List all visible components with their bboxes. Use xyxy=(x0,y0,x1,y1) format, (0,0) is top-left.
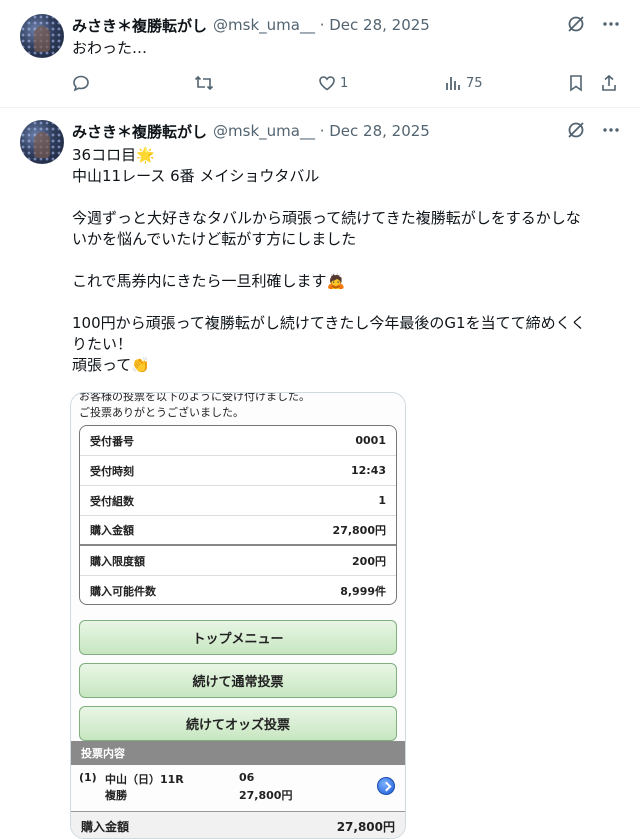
tweet-text-line: おわった… xyxy=(72,39,148,57)
receipt-row-value: 12:43 xyxy=(350,464,386,477)
receipt-row-label: 受付番号 xyxy=(90,434,134,448)
tweet-text-line: 今週ずっと大好きなタバルから頑張って続けてきた複勝転がしをするかしな xyxy=(72,209,581,227)
tweet-text-line: いかを悩んでいたけど転がす方にしました xyxy=(72,230,357,248)
reply-icon xyxy=(73,75,89,92)
receipt-row: 購入金額 27,800円 xyxy=(80,516,396,546)
tweet-text-line: 36コロ目🌟 xyxy=(72,146,155,164)
receipt-message-line: ご投票ありがとうございました。 xyxy=(79,406,244,419)
receipt-row-label: 購入限度額 xyxy=(90,554,145,568)
receipt-row-label: 購入金額 xyxy=(90,524,134,537)
grok-icon[interactable] xyxy=(566,14,586,34)
receipt-row-value: 8,999件 xyxy=(340,585,386,598)
reply-button[interactable] xyxy=(72,74,90,92)
repost-button[interactable] xyxy=(194,74,214,92)
tweet-header: みさき＊複勝転がし @msk_uma__ · Dec 28, 2025 xyxy=(72,14,620,36)
tweet-text-blank xyxy=(72,187,616,208)
attached-image-receipt[interactable]: お客様の投票を以下のように受け付けました。 ご投票ありがとうございました。 受付… xyxy=(70,392,406,839)
receipt-row-label: 受付時刻 xyxy=(90,464,134,478)
tweet-text-line: これで馬券内にきたら一旦利確します🙇 xyxy=(72,272,346,290)
receipt-row-value: 27,800円 xyxy=(332,524,386,537)
action-bar: 1 75 xyxy=(72,74,620,94)
receipt-row: 受付時刻 12:43 xyxy=(80,456,396,486)
tweet-1[interactable]: みさき＊複勝転がし @msk_uma__ · Dec 28, 2025 おわった… xyxy=(0,0,640,108)
tweet-text-line: 頑張って👏 xyxy=(72,356,150,374)
tweet-header: みさき＊複勝転がし @msk_uma__ · Dec 28, 2025 xyxy=(72,120,620,142)
bet-contents-header: 投票内容 xyxy=(71,741,405,765)
receipt-details-box: 受付番号 0001 受付時刻 12:43 受付組数 1 購入金額 27,800円… xyxy=(79,425,397,605)
bet-index: (1) xyxy=(79,771,97,784)
total-label: 購入金額 xyxy=(81,820,130,834)
more-options-icon[interactable] xyxy=(602,121,620,139)
receipt-message: お客様の投票を以下のように受け付けました。 ご投票ありがとうございました。 xyxy=(79,392,310,421)
receipt-row: 購入可能件数 8,999件 xyxy=(80,576,396,606)
handle-and-date[interactable]: @msk_uma__ · Dec 28, 2025 xyxy=(213,122,430,140)
receipt-row-label: 購入可能件数 xyxy=(90,585,156,598)
views-button[interactable]: 75 xyxy=(444,74,483,92)
share-button[interactable] xyxy=(600,74,618,92)
continue-normal-vote-button[interactable]: 続けて通常投票 xyxy=(79,663,397,698)
receipt-row-value: 200円 xyxy=(352,554,386,568)
heart-icon xyxy=(319,76,335,91)
receipt-row-value: 1 xyxy=(378,494,386,507)
bet-type: 複勝 xyxy=(105,789,127,802)
bet-entry[interactable]: (1) 中山（日）11R 06 複勝 27,800円 xyxy=(71,765,405,811)
continue-odds-vote-button[interactable]: 続けてオッズ投票 xyxy=(79,706,397,741)
handle-and-date[interactable]: @msk_uma__ · Dec 28, 2025 xyxy=(213,16,430,34)
receipt-row: 受付番号 0001 xyxy=(80,426,396,456)
like-button[interactable]: 1 xyxy=(318,74,348,92)
share-icon xyxy=(602,74,616,91)
total-amount-row: 購入金額 27,800円 xyxy=(71,811,405,838)
tweet-text-line: りたい！ xyxy=(72,335,133,353)
tweet-text: 36コロ目🌟 中山11レース 6番 メイショウタバル 今週ずっと大好きなタバルか… xyxy=(72,145,616,376)
views-icon xyxy=(446,77,460,90)
tweet-text: おわった… xyxy=(72,38,616,59)
avatar[interactable] xyxy=(20,14,64,58)
bet-detail-arrow-icon[interactable] xyxy=(377,777,395,795)
tweet-text-blank xyxy=(72,250,616,271)
tweet-text-line: 中山11レース 6番 メイショウタバル xyxy=(72,167,320,185)
receipt-row: 購入限度額 200円 xyxy=(80,546,396,576)
grok-icon[interactable] xyxy=(566,120,586,140)
bet-horse-number: 06 xyxy=(239,771,255,784)
total-value: 27,800円 xyxy=(336,820,395,834)
receipt-row-label: 受付組数 xyxy=(90,494,134,508)
repost-icon xyxy=(194,75,214,91)
bookmark-button[interactable] xyxy=(568,74,584,92)
view-count: 75 xyxy=(466,75,483,91)
tweet-text-blank xyxy=(72,292,616,313)
avatar[interactable] xyxy=(20,120,64,164)
tweet-text-line: 100円から頑張って複勝転がし続けてきたし今年最後のG1を当てて締めくく xyxy=(72,314,586,332)
tweet-2[interactable]: みさき＊複勝転がし @msk_uma__ · Dec 28, 2025 36コロ… xyxy=(0,108,640,839)
display-name[interactable]: みさき＊複勝転がし xyxy=(72,15,207,36)
receipt-message-line: お客様の投票を以下のように受け付けました。 xyxy=(79,392,310,403)
receipt-row: 受付組数 1 xyxy=(80,486,396,516)
bet-amount: 27,800円 xyxy=(239,789,293,802)
top-menu-button[interactable]: トップメニュー xyxy=(79,620,397,655)
bet-race: 中山（日）11R xyxy=(105,773,184,786)
bookmark-icon xyxy=(570,75,582,92)
receipt-row-value: 0001 xyxy=(355,434,386,447)
display-name[interactable]: みさき＊複勝転がし xyxy=(72,121,207,142)
like-count: 1 xyxy=(340,75,349,91)
more-options-icon[interactable] xyxy=(602,15,620,33)
